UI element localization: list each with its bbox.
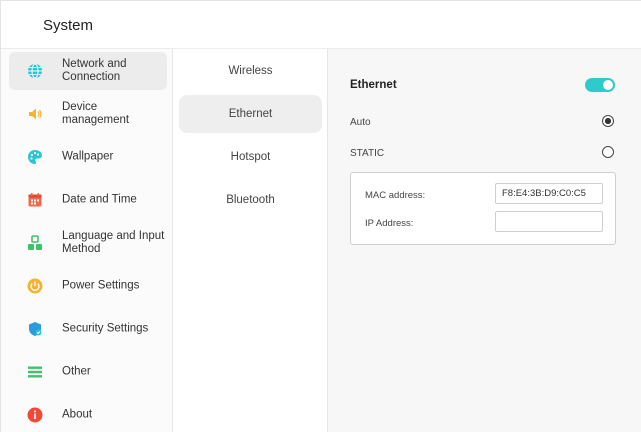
title-bar: System [1, 1, 641, 49]
sidebar-item-power-settings[interactable]: Power Settings [9, 267, 167, 305]
sidebar-item-security-settings[interactable]: Security Settings [9, 310, 167, 348]
speaker-icon [29, 108, 42, 120]
power-icon [27, 278, 43, 294]
toggle-knob [603, 80, 613, 90]
sidebar-item-label: Language and Input Method [62, 230, 165, 255]
shield-icon [29, 322, 42, 336]
sidebar: Network and Connection Device management… [1, 49, 173, 432]
mac-address-label: MAC address: [365, 190, 426, 201]
static-radio[interactable] [602, 146, 614, 158]
calendar-icon [28, 193, 42, 207]
sidebar-item-label: Date and Time [62, 193, 137, 206]
tab-bluetooth[interactable]: Bluetooth [179, 181, 322, 219]
sidebar-item-label: About [62, 408, 93, 421]
tab-ethernet[interactable]: Ethernet [179, 95, 322, 133]
mac-address-field[interactable]: F8:E4:3B:D9:C0:C5 [495, 183, 603, 204]
sidebar-item-label: Security Settings [62, 322, 149, 335]
ip-address-label: IP Address: [365, 218, 414, 229]
sidebar-item-date-time[interactable]: Date and Time [9, 181, 167, 219]
sidebar-item-label: Other [62, 365, 91, 378]
ethernet-title: Ethernet [350, 79, 397, 91]
page-title: System [43, 17, 94, 34]
sidebar-item-device-management[interactable]: Device management [9, 95, 167, 133]
settings-window: System Network and Connection Device man… [0, 0, 641, 432]
sidebar-item-about[interactable]: About [9, 396, 167, 432]
tab-wireless[interactable]: Wireless [179, 52, 322, 90]
sidebar-item-label: Wallpaper [62, 150, 114, 163]
auto-option-label: Auto [350, 117, 371, 128]
language-icon [28, 235, 42, 250]
ethernet-toggle[interactable] [585, 78, 615, 92]
list-icon [28, 366, 42, 378]
palette-icon [28, 150, 42, 164]
ip-address-field[interactable] [495, 211, 603, 232]
sidebar-item-language-input[interactable]: Language and Input Method [9, 224, 167, 262]
auto-radio[interactable] [602, 115, 614, 127]
sidebar-item-label: Device management [62, 101, 130, 126]
sidebar-item-label: Network and Connection [62, 58, 127, 83]
sidebar-item-wallpaper[interactable]: Wallpaper [9, 138, 167, 176]
sidebar-item-network[interactable]: Network and Connection [9, 52, 167, 90]
static-option-label: STATIC [350, 148, 385, 159]
globe-icon [28, 63, 42, 79]
tab-hotspot[interactable]: Hotspot [179, 138, 322, 176]
sidebar-item-label: Power Settings [62, 279, 140, 292]
ethernet-info-card: MAC address: F8:E4:3B:D9:C0:C5 IP Addres… [350, 172, 616, 245]
network-subnav: Wireless Ethernet Hotspot Bluetooth [173, 49, 328, 432]
info-icon [27, 407, 43, 423]
ethernet-panel: Ethernet Auto STATIC MAC address: F8:E4:… [328, 49, 641, 432]
sidebar-item-other[interactable]: Other [9, 353, 167, 391]
